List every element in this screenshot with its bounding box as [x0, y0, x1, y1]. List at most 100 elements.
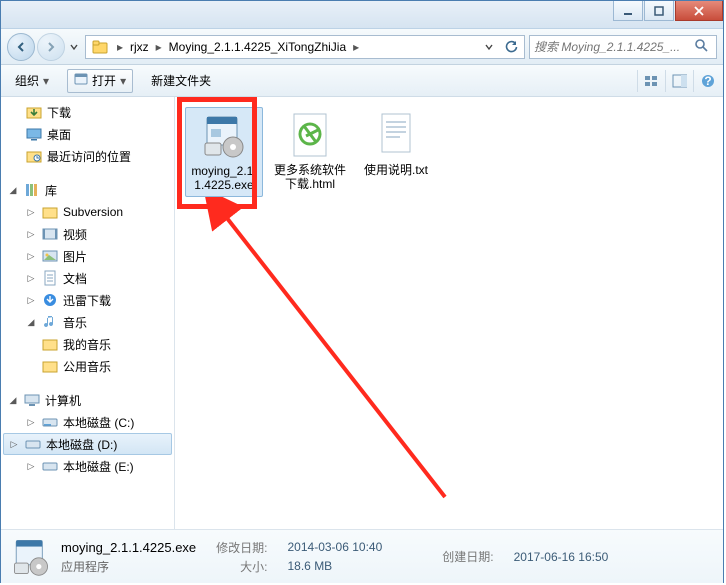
- sidebar-item-label: 迅雷下载: [63, 292, 111, 309]
- sidebar-item-recent[interactable]: 最近访问的位置: [1, 145, 174, 167]
- folder-icon: [41, 335, 59, 353]
- breadcrumb[interactable]: rjxz: [126, 36, 153, 58]
- music-icon: [41, 313, 59, 331]
- sidebar-item-label: 最近访问的位置: [47, 148, 131, 165]
- details-filetype: 应用程序: [61, 558, 196, 575]
- nav-back-button[interactable]: [7, 33, 35, 61]
- refresh-icon[interactable]: [500, 36, 522, 58]
- collapse-icon[interactable]: ◢: [7, 394, 19, 406]
- sidebar-item-label: 计算机: [45, 392, 81, 409]
- file-item[interactable]: moying_2.1.1.4225.exe: [185, 107, 263, 197]
- maximize-button[interactable]: [644, 1, 674, 21]
- details-mod-value: 2014-03-06 10:40: [288, 540, 383, 554]
- nav-forward-button[interactable]: [37, 33, 65, 61]
- sidebar-item-pictures[interactable]: ▷ 图片: [1, 245, 174, 267]
- sidebar-item-label: 图片: [63, 248, 87, 265]
- folder-icon: [41, 357, 59, 375]
- desktop-icon: [25, 125, 43, 143]
- search-box[interactable]: [529, 35, 717, 59]
- sidebar-item-xunlei[interactable]: ▷ 迅雷下载: [1, 289, 174, 311]
- open-label: 打开: [92, 72, 116, 89]
- toolbar: 组织 ▾ 打开 ▾ 新建文件夹 ?: [1, 65, 723, 97]
- open-button[interactable]: 打开 ▾: [67, 69, 133, 93]
- folder-icon: [92, 38, 110, 56]
- expand-icon[interactable]: ▷: [25, 250, 37, 262]
- sidebar-item-my-music[interactable]: 我的音乐: [1, 333, 174, 355]
- sidebar-item-desktop[interactable]: 桌面: [1, 123, 174, 145]
- chevron-down-icon: ▾: [120, 74, 126, 88]
- computer-icon: [23, 391, 41, 409]
- html-icon: [286, 111, 334, 159]
- sidebar-item-label: 本地磁盘 (D:): [46, 436, 117, 453]
- details-create-label: 创建日期:: [442, 548, 493, 565]
- expand-icon[interactable]: ▷: [8, 438, 20, 450]
- breadcrumb[interactable]: Moying_2.1.1.4225_XiTongZhiJia: [165, 36, 350, 58]
- search-icon[interactable]: [694, 38, 712, 56]
- expand-icon[interactable]: ▷: [25, 206, 37, 218]
- organize-menu[interactable]: 组织 ▾: [9, 69, 55, 93]
- sidebar-item-libraries[interactable]: ◢ 库: [1, 179, 174, 201]
- navbar: ▸ rjxz ▸ Moying_2.1.1.4225_XiTongZhiJia …: [1, 29, 723, 65]
- documents-icon: [41, 269, 59, 287]
- sidebar-item-downloads[interactable]: 下载: [1, 101, 174, 123]
- help-icon[interactable]: ?: [693, 70, 715, 92]
- organize-label: 组织: [15, 72, 39, 89]
- file-item[interactable]: 更多系统软件下载.html: [271, 107, 349, 195]
- expand-icon[interactable]: ▷: [25, 272, 37, 284]
- close-button[interactable]: [675, 1, 723, 21]
- sidebar-item-disk-d[interactable]: ▷ 本地磁盘 (D:): [3, 433, 172, 455]
- videos-icon: [41, 225, 59, 243]
- expand-icon[interactable]: ▷: [25, 460, 37, 472]
- search-input[interactable]: [534, 40, 694, 54]
- exe-icon: [11, 537, 51, 577]
- sidebar-item-public-music[interactable]: 公用音乐: [1, 355, 174, 377]
- file-name: 更多系统软件下载.html: [273, 163, 347, 191]
- sidebar-item-disk-c[interactable]: ▷ 本地磁盘 (C:): [1, 411, 174, 433]
- expand-icon[interactable]: ▷: [25, 228, 37, 240]
- titlebar: [1, 1, 723, 29]
- address-dropdown-icon[interactable]: [478, 36, 500, 58]
- minimize-button[interactable]: [613, 1, 643, 21]
- open-icon: [74, 72, 88, 89]
- sidebar-item-music[interactable]: ◢ 音乐: [1, 311, 174, 333]
- crumb-sep-icon: ▸: [114, 40, 126, 54]
- sidebar-item-label: Subversion: [63, 205, 123, 219]
- sidebar-item-computer[interactable]: ◢ 计算机: [1, 389, 174, 411]
- xunlei-icon: [41, 291, 59, 309]
- view-options-icon[interactable]: [637, 70, 659, 92]
- sidebar-item-videos[interactable]: ▷ 视频: [1, 223, 174, 245]
- expand-icon[interactable]: ▷: [25, 294, 37, 306]
- file-name: 使用说明.txt: [364, 163, 428, 177]
- address-bar[interactable]: ▸ rjxz ▸ Moying_2.1.1.4225_XiTongZhiJia …: [85, 35, 525, 59]
- sidebar-item-label: 音乐: [63, 314, 87, 331]
- annotation-arrow: [205, 197, 465, 507]
- details-size-value: 18.6 MB: [288, 559, 383, 573]
- sidebar-item-label: 本地磁盘 (E:): [63, 458, 134, 475]
- sidebar-item-subversion[interactable]: ▷ Subversion: [1, 201, 174, 223]
- details-mod-label: 修改日期:: [216, 539, 267, 556]
- new-folder-button[interactable]: 新建文件夹: [145, 69, 217, 93]
- sidebar-item-label: 本地磁盘 (C:): [63, 414, 134, 431]
- nav-pane: 下载 桌面 最近访问的位置 ◢ 库 ▷ Subversion: [1, 97, 175, 529]
- new-folder-label: 新建文件夹: [151, 72, 211, 89]
- sidebar-item-label: 下载: [47, 104, 71, 121]
- preview-pane-icon[interactable]: [665, 70, 687, 92]
- collapse-icon[interactable]: ◢: [7, 184, 19, 196]
- nav-history-dropdown[interactable]: [67, 33, 81, 61]
- expand-icon[interactable]: ▷: [25, 416, 37, 428]
- sidebar-item-documents[interactable]: ▷ 文档: [1, 267, 174, 289]
- details-size-label: 大小:: [216, 558, 267, 575]
- sidebar-item-label: 库: [45, 182, 57, 199]
- file-item[interactable]: 使用说明.txt: [357, 107, 435, 181]
- txt-icon: [372, 111, 420, 159]
- libraries-icon: [23, 181, 41, 199]
- crumb-sep-icon: ▸: [153, 40, 165, 54]
- sidebar-item-disk-e[interactable]: ▷ 本地磁盘 (E:): [1, 455, 174, 477]
- details-pane: moying_2.1.1.4225.exe 修改日期: 2014-03-06 1…: [1, 529, 723, 583]
- file-list[interactable]: moying_2.1.1.4225.exe 更多系统软件下载.html: [175, 97, 723, 529]
- drive-icon: [24, 435, 42, 453]
- collapse-icon[interactable]: ◢: [25, 316, 37, 328]
- sidebar-item-label: 桌面: [47, 126, 71, 143]
- chevron-down-icon: ▾: [43, 74, 49, 88]
- pictures-icon: [41, 247, 59, 265]
